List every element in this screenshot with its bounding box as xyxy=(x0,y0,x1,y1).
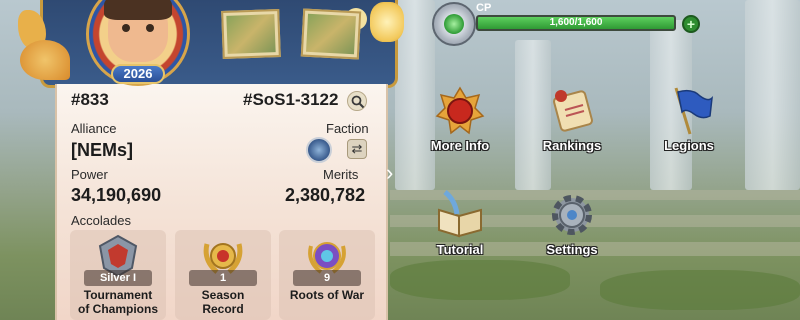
event-thumbnail[interactable] xyxy=(300,8,362,60)
legions-label: Legions xyxy=(664,138,714,153)
avatar-hair xyxy=(104,0,172,20)
search-button[interactable] xyxy=(347,91,367,111)
accolade-count: Silver I xyxy=(84,270,152,286)
settings-button[interactable]: Settings xyxy=(527,190,617,270)
add-icon: + xyxy=(686,16,696,32)
red-gem-icon xyxy=(435,86,485,135)
swap-icon: ⇄ xyxy=(351,141,363,156)
avatar[interactable]: 2026 xyxy=(78,0,198,100)
more-info-button[interactable]: More Info xyxy=(415,86,505,166)
accolade-count: 9 xyxy=(293,270,361,286)
accolade-title-line: Season xyxy=(201,288,245,302)
lantern-icon xyxy=(370,2,404,42)
accolade-roots-of-war[interactable]: 9 Roots of War xyxy=(279,230,375,320)
accolade-title-line: Tournament xyxy=(83,288,153,302)
scroll-icon xyxy=(553,90,593,132)
accolade-title-line: Roots of War xyxy=(289,288,365,302)
accolade-tournament[interactable]: Silver I Tournament of Champions xyxy=(70,230,166,320)
alliance-value[interactable]: [NEMs] xyxy=(71,140,133,161)
settings-label: Settings xyxy=(546,242,598,257)
avatar-eye xyxy=(146,24,154,32)
accolade-title-line: of Champions xyxy=(78,302,158,316)
alliance-label: Alliance xyxy=(71,121,117,136)
legions-button[interactable]: Legions xyxy=(644,86,734,166)
server-tag: #SoS1-3122 xyxy=(243,90,339,109)
faction-label: Faction xyxy=(326,121,369,136)
chevron-right-icon: › xyxy=(386,160,394,185)
cp-label: CP xyxy=(476,2,492,14)
rankings-button[interactable]: Rankings xyxy=(527,86,617,166)
power-label: Power xyxy=(71,167,108,182)
ornament-fan xyxy=(20,40,70,80)
cp-value: 1,600/1,600 xyxy=(549,17,603,28)
accolade-season-record[interactable]: 1 Season Record xyxy=(175,230,271,320)
power-value: 34,190,690 xyxy=(71,185,162,205)
book-quill-icon xyxy=(438,190,482,238)
event-thumbnail[interactable] xyxy=(221,9,281,59)
cp-gem-icon xyxy=(432,2,476,46)
accolade-title: Roots of War xyxy=(279,288,375,302)
thumbnail-image xyxy=(226,14,276,54)
cp-progress-bar: 1,600/1,600 xyxy=(476,15,676,31)
faction-emblem-icon[interactable] xyxy=(306,137,332,163)
accolade-title-line: Record xyxy=(202,302,244,316)
avatar-eye xyxy=(122,24,130,32)
tutorial-button[interactable]: Tutorial xyxy=(415,190,505,270)
accolade-count: 1 xyxy=(189,270,257,286)
accolade-title: Tournament of Champions xyxy=(70,288,166,316)
thumbnail-image xyxy=(306,13,356,55)
rankings-label: Rankings xyxy=(542,138,602,153)
gear-icon xyxy=(552,195,592,235)
accolade-title: Season Record xyxy=(175,288,271,316)
bg-grass xyxy=(600,270,800,310)
accolades-label: Accolades xyxy=(71,213,131,228)
bg-pillar xyxy=(745,0,800,190)
search-icon xyxy=(351,95,365,109)
merits-value: 2,380,782 xyxy=(285,185,366,205)
avatar-year-badge: 2026 xyxy=(111,64,165,84)
tutorial-label: Tutorial xyxy=(436,242,484,257)
cp-gem-core xyxy=(444,14,464,34)
more-info-label: More Info xyxy=(430,138,490,153)
player-id: #833 xyxy=(71,90,109,109)
merits-label: Merits xyxy=(323,167,359,182)
flag-icon xyxy=(674,87,713,135)
add-cp-button[interactable]: + xyxy=(682,15,700,33)
swap-faction-button[interactable]: ⇄ xyxy=(347,139,367,159)
